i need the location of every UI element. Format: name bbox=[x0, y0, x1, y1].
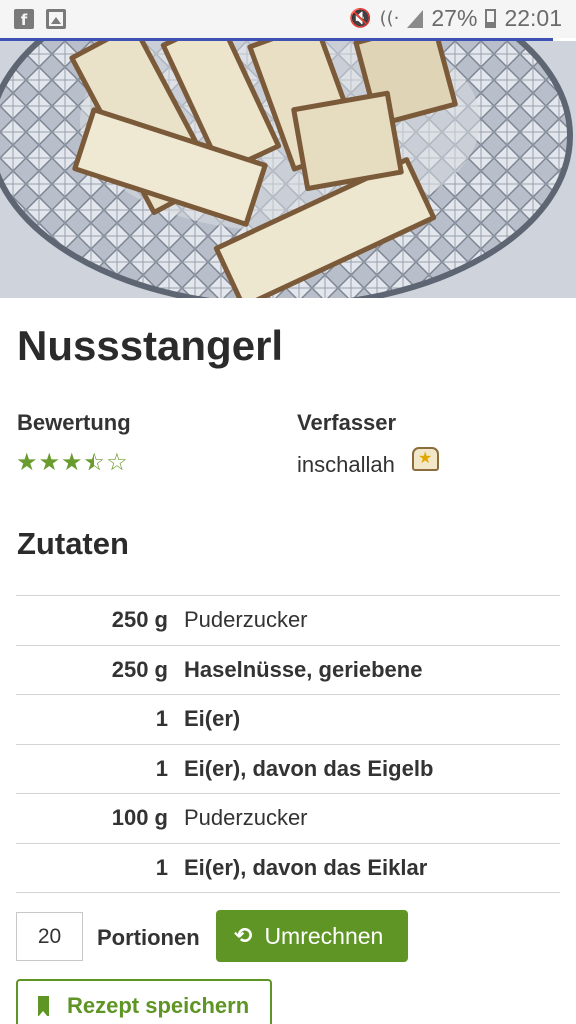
author-label: Verfasser bbox=[297, 410, 397, 435]
convert-button[interactable]: ⟲ Umrechnen bbox=[216, 910, 408, 962]
facebook-icon: f bbox=[14, 9, 34, 29]
star-full-icon: ★ bbox=[38, 448, 61, 476]
ingredients-table: 250 g Puderzucker 250 g Haselnüsse, geri… bbox=[16, 595, 560, 893]
table-row: 100 g Puderzucker bbox=[16, 794, 560, 844]
convert-button-label: Umrechnen bbox=[264, 922, 384, 949]
ingredient-name: Ei(er), davon das Eigelb bbox=[184, 755, 434, 781]
signal-icon bbox=[407, 9, 424, 28]
ingredient-amount: 1 bbox=[155, 854, 168, 880]
ingredient-name: Puderzucker bbox=[184, 805, 308, 831]
image-icon bbox=[46, 9, 66, 29]
ingredients-heading: Zutaten bbox=[17, 526, 129, 561]
star-empty-icon: ☆ bbox=[106, 448, 128, 476]
status-bar: f 🔇 ((· 27% 22:01 bbox=[0, 0, 576, 38]
table-row: 1 Ei(er), davon das Eiklar bbox=[16, 844, 560, 893]
table-row: 250 g Haselnüsse, geriebene bbox=[16, 646, 560, 695]
recipe-hero-image[interactable] bbox=[0, 41, 576, 298]
refresh-icon: ⟲ bbox=[234, 923, 253, 949]
save-recipe-label: Rezept speichern bbox=[67, 993, 250, 1018]
author-name-link[interactable]: inschallah bbox=[297, 452, 395, 478]
clock: 22:01 bbox=[504, 5, 562, 31]
ingredient-name: Ei(er), davon das Eiklar bbox=[184, 854, 428, 880]
ingredient-amount: 1 bbox=[155, 755, 168, 781]
table-row: 1 Ei(er) bbox=[16, 695, 560, 745]
portions-label: Portionen bbox=[97, 925, 200, 950]
hero-photo bbox=[0, 41, 576, 298]
rating-stars[interactable]: ★ ★ ★ ☆★ ☆ bbox=[16, 448, 128, 476]
bookmark-icon bbox=[38, 996, 49, 1017]
star-full-icon: ★ bbox=[61, 448, 83, 476]
save-recipe-button[interactable]: Rezept speichern bbox=[16, 979, 272, 1024]
mute-icon: 🔇 bbox=[349, 8, 372, 29]
ingredient-amount: 1 bbox=[155, 706, 168, 732]
ingredient-amount: 100 g bbox=[111, 805, 168, 831]
star-half-icon: ☆★ bbox=[83, 448, 106, 476]
battery-percent: 27% bbox=[431, 5, 478, 31]
ingredient-name: Haselnüsse, geriebene bbox=[184, 656, 423, 682]
table-row: 250 g Puderzucker bbox=[16, 596, 560, 646]
portions-input[interactable] bbox=[16, 912, 83, 961]
ingredient-name: Puderzucker bbox=[184, 607, 308, 633]
table-row: 1 Ei(er), davon das Eigelb bbox=[16, 745, 560, 794]
recipe-title: Nussstangerl bbox=[17, 322, 284, 369]
wifi-icon: ((· bbox=[379, 8, 400, 29]
ingredient-amount: 250 g bbox=[111, 656, 168, 682]
ingredient-amount: 250 g bbox=[111, 607, 168, 633]
ingredient-name: Ei(er) bbox=[184, 706, 241, 732]
chef-hat-star-icon bbox=[412, 447, 439, 471]
rating-label: Bewertung bbox=[17, 410, 131, 435]
battery-icon bbox=[485, 9, 497, 28]
star-full-icon: ★ bbox=[16, 448, 38, 476]
